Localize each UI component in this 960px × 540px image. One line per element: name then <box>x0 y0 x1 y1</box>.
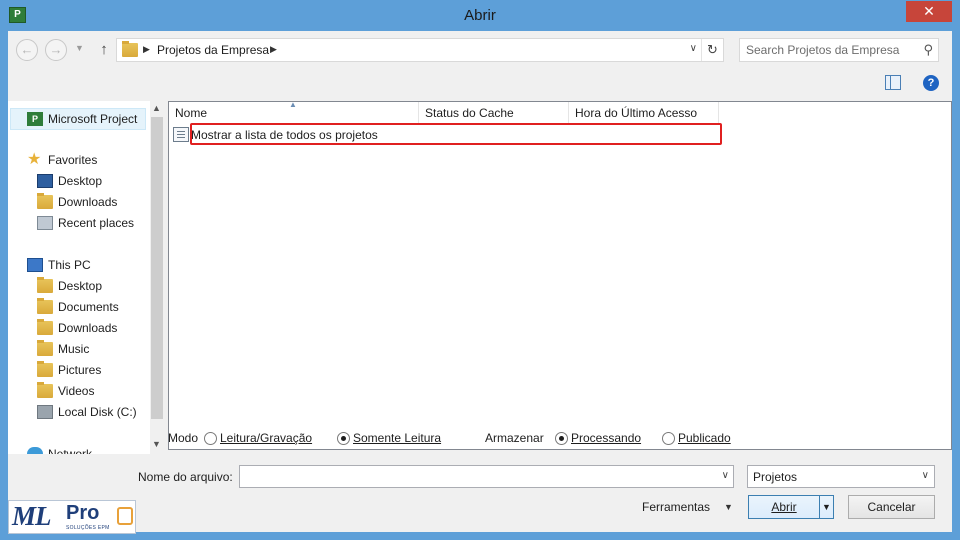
radio-published-label[interactable]: Publicado <box>678 431 731 445</box>
back-button[interactable]: ← <box>16 39 38 61</box>
dialog-title: Abrir <box>464 7 496 24</box>
network-icon <box>27 447 43 454</box>
breadcrumb-projetos-da-empresa[interactable]: Projetos da Empresa <box>157 43 269 57</box>
scroll-thumb[interactable] <box>151 117 163 419</box>
filetype-select[interactable]: Projetos ∨ <box>747 465 935 488</box>
desktop-icon <box>37 174 53 188</box>
nav-scrollbar[interactable]: ▲ ▼ <box>150 101 164 454</box>
radio-processing-label[interactable]: Processando <box>571 431 641 445</box>
open-options-dropdown-icon[interactable]: ▼ <box>819 496 833 518</box>
filename-combobox[interactable]: ∨ <box>239 465 734 488</box>
logo-ml-text: ML <box>12 501 51 531</box>
column-label: Nome <box>175 106 208 120</box>
nav-label: Favorites <box>48 153 98 167</box>
logo-pro-text: Pro <box>66 502 100 524</box>
help-icon[interactable]: ? <box>923 75 939 91</box>
scroll-up-icon[interactable]: ▲ <box>152 103 161 113</box>
breadcrumb-separator-icon[interactable]: ▶ <box>270 44 277 55</box>
computer-icon <box>27 258 43 272</box>
address-dropdown-icon[interactable]: ∨ <box>690 43 697 54</box>
nav-label: Network <box>48 447 93 454</box>
tools-label: Ferramentas <box>642 500 711 514</box>
open-dialog: P Abrir ✕ ← → ▼ ↑ ▶ Projetos da Empresa … <box>0 0 960 540</box>
logo-mark-icon <box>117 507 133 525</box>
nav-label: Downloads <box>58 321 118 335</box>
refresh-icon[interactable]: ↻ <box>701 39 723 61</box>
nav-label: Microsoft Project <box>48 112 138 126</box>
column-header-last-access[interactable]: Hora do Último Acesso <box>569 102 719 124</box>
radio-read-only-label[interactable]: Somente Leitura <box>353 431 441 445</box>
forward-arrow-icon: → <box>49 42 63 57</box>
radio-processing[interactable] <box>555 432 568 445</box>
column-label: Hora do Último Acesso <box>575 106 698 120</box>
nav-label: This PC <box>48 258 91 272</box>
search-box[interactable]: ⚲ <box>739 38 939 62</box>
up-folder-button[interactable]: ↑ <box>96 39 112 61</box>
nav-label: Local Disk (C:) <box>58 405 137 419</box>
navigation-pane: P Microsoft Project ★ Favorites Desktop … <box>8 101 164 454</box>
title-bar: P Abrir ✕ <box>0 0 960 31</box>
filename-field[interactable] <box>244 469 704 484</box>
pictures-folder-icon <box>37 361 53 377</box>
radio-read-only[interactable] <box>337 432 350 445</box>
radio-read-write[interactable] <box>204 432 217 445</box>
recent-locations-dropdown[interactable]: ▼ <box>75 43 84 53</box>
mode-label: Modo <box>168 431 199 445</box>
chevron-down-icon[interactable]: ∨ <box>922 470 929 481</box>
preview-pane-icon[interactable] <box>885 75 901 90</box>
folder-icon <box>37 319 53 335</box>
dialog-body: ← → ▼ ↑ ▶ Projetos da Empresa ▶ ∨ ↻ ⚲ ? … <box>8 31 952 532</box>
music-folder-icon <box>37 340 53 356</box>
column-label: Status do Cache <box>425 106 514 120</box>
radio-read-write-label[interactable]: Leitura/Gravação <box>220 431 312 445</box>
filetype-value: Projetos <box>753 470 798 484</box>
annotation-highlight <box>190 123 722 145</box>
forward-button[interactable]: → <box>45 39 67 61</box>
nav-label: Pictures <box>58 363 102 377</box>
folder-icon <box>37 298 53 314</box>
videos-folder-icon <box>37 382 53 398</box>
nav-label: Videos <box>58 384 95 398</box>
mlpro-logo: ML Pro SOLUÇÕES EPM <box>8 500 136 534</box>
downloads-folder-icon <box>37 193 53 209</box>
open-button[interactable]: Abrir ▼ <box>748 495 834 519</box>
nav-label: Desktop <box>58 174 103 188</box>
nav-label: Downloads <box>58 195 118 209</box>
folder-icon <box>37 277 53 293</box>
recent-places-icon <box>37 216 53 230</box>
logo-tagline: SOLUÇÕES EPM <box>66 525 110 531</box>
cancel-button[interactable]: Cancelar <box>848 495 935 519</box>
project-list-icon <box>173 127 189 142</box>
nav-label: Desktop <box>58 279 103 293</box>
close-button[interactable]: ✕ <box>906 1 952 22</box>
column-header-cache-status[interactable]: Status do Cache <box>419 102 569 124</box>
nav-label: Music <box>58 342 90 356</box>
sort-ascending-icon: ▲ <box>289 100 297 109</box>
scroll-down-icon[interactable]: ▼ <box>152 439 161 449</box>
search-icon[interactable]: ⚲ <box>923 42 933 58</box>
disk-drive-icon <box>37 405 53 419</box>
back-arrow-icon: ← <box>20 42 34 57</box>
column-header-name[interactable]: Nome ▲ <box>169 100 419 124</box>
nav-label: Documents <box>58 300 119 314</box>
folder-icon <box>122 41 138 57</box>
chevron-down-icon[interactable]: ∨ <box>722 470 729 481</box>
filename-label: Nome do arquivo: <box>138 470 233 484</box>
nav-label: Recent places <box>58 216 135 230</box>
tools-menu[interactable]: Ferramentas ▼ <box>642 500 733 514</box>
star-icon: ★ <box>27 151 42 168</box>
file-list: Nome ▲ Status do Cache Hora do Último Ac… <box>168 100 952 450</box>
breadcrumb-separator-icon[interactable]: ▶ <box>143 44 150 55</box>
address-bar[interactable]: ▶ Projetos da Empresa ▶ ∨ ↻ <box>116 38 724 62</box>
open-label: Abrir <box>771 500 797 514</box>
chevron-down-icon: ▼ <box>724 502 733 512</box>
search-input[interactable] <box>746 42 916 58</box>
store-label: Armazenar <box>485 431 544 445</box>
project-icon: P <box>27 112 43 126</box>
radio-published[interactable] <box>662 432 675 445</box>
